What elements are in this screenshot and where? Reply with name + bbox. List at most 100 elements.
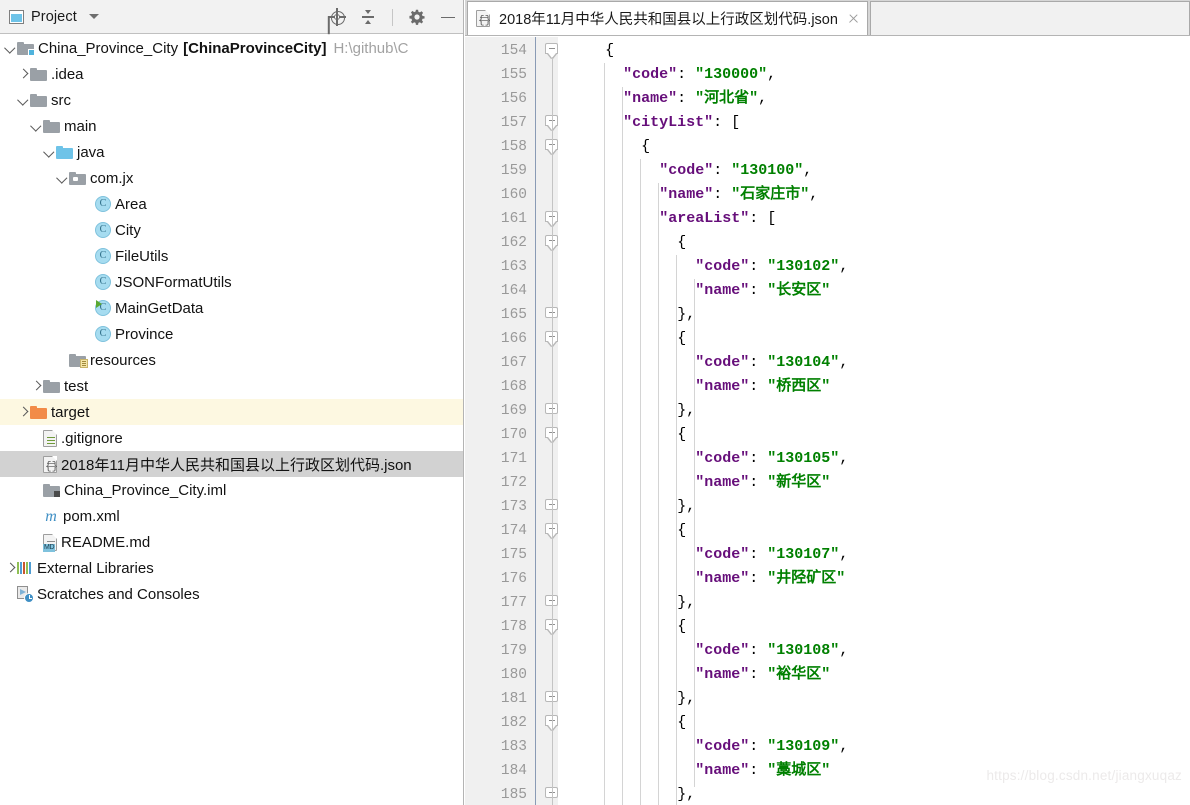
- tree-node-fileutils[interactable]: C FileUtils: [0, 243, 463, 269]
- code-line[interactable]: "name": "石家庄市",: [659, 183, 818, 207]
- line-number: 185: [500, 787, 527, 803]
- code-line[interactable]: {: [641, 135, 650, 159]
- tree-node-label: README.md: [61, 533, 151, 551]
- code-line[interactable]: "code": "130108",: [695, 639, 848, 663]
- code-line[interactable]: },: [677, 591, 695, 615]
- code-line[interactable]: },: [677, 495, 695, 519]
- project-panel-header: Project: [0, 0, 463, 34]
- code-line[interactable]: {: [677, 519, 686, 543]
- tree-node-test[interactable]: test: [0, 373, 463, 399]
- line-number: 158: [500, 139, 527, 155]
- code-line[interactable]: {: [677, 711, 686, 735]
- code-text-area[interactable]: { "code": "130000", "name": "河北省", "cityLis…: [558, 37, 1190, 805]
- code-line[interactable]: "code": "130109",: [695, 735, 848, 759]
- tree-node-label: 2018年11月中华人民共和国县以上行政区划代码.json: [61, 456, 412, 474]
- locate-icon[interactable]: [328, 8, 346, 26]
- tree-node-scratches-and-consoles[interactable]: Scratches and Consoles: [0, 581, 463, 607]
- editor-tab-label: 2018年11月中华人民共和国县以上行政区划代码.json: [499, 12, 838, 28]
- code-line[interactable]: },: [677, 687, 695, 711]
- code-line[interactable]: "code": "130107",: [695, 543, 848, 567]
- code-line[interactable]: "name": "长安区": [695, 279, 830, 303]
- tree-node-resources[interactable]: resources: [0, 347, 463, 373]
- chevron-down-icon[interactable]: [43, 146, 56, 159]
- tree-node-main[interactable]: main: [0, 113, 463, 139]
- code-line[interactable]: "name": "河北省",: [623, 87, 767, 111]
- chevron-down-icon[interactable]: [88, 14, 99, 19]
- line-number: 178: [500, 619, 527, 635]
- editor-tab-json[interactable]: {} 2018年11月中华人民共和国县以上行政区划代码.json: [467, 1, 868, 35]
- code-line[interactable]: "name": "裕华区": [695, 663, 830, 687]
- code-folding-column[interactable]: [536, 37, 558, 805]
- project-title-button[interactable]: Project: [9, 9, 99, 25]
- tree-node-pom-xml[interactable]: m pom.xml: [0, 503, 463, 529]
- code-line[interactable]: {: [677, 423, 686, 447]
- code-line[interactable]: {: [677, 327, 686, 351]
- code-line[interactable]: "code": "130105",: [695, 447, 848, 471]
- line-number: 155: [500, 67, 527, 83]
- tree-node-china-province-city[interactable]: China_Province_City [ChinaProvinceCity] H:…: [0, 35, 463, 61]
- code-token: ,: [839, 546, 849, 563]
- external-libraries-icon: [17, 561, 33, 575]
- chevron-right-icon[interactable]: [17, 406, 30, 419]
- tree-node-label: com.jx: [90, 169, 134, 187]
- tree-node-gitignore[interactable]: .gitignore: [0, 425, 463, 451]
- line-number: 161: [500, 211, 527, 227]
- tree-node-2018-11-json[interactable]: {} 2018年11月中华人民共和国县以上行政区划代码.json: [0, 451, 463, 477]
- tree-node-com-jx[interactable]: com.jx: [0, 165, 463, 191]
- code-line[interactable]: "code": "130102",: [695, 255, 848, 279]
- java-class-icon: C: [95, 222, 111, 238]
- tree-node-target[interactable]: target: [0, 399, 463, 425]
- code-line[interactable]: "name": "井陉矿区": [695, 567, 845, 591]
- tree-node-maingetdata[interactable]: C MainGetData: [0, 295, 463, 321]
- tree-node-external-libraries[interactable]: External Libraries: [0, 555, 463, 581]
- code-line[interactable]: "cityList": [: [623, 111, 740, 135]
- toolbar-separator: [392, 8, 393, 26]
- chevron-right-icon[interactable]: [4, 562, 17, 575]
- idea-window: Project China_Province_City [ChinaProvinc…: [0, 0, 1190, 805]
- chevron-right-icon[interactable]: [30, 380, 43, 393]
- code-line[interactable]: },: [677, 399, 695, 423]
- tree-node-area[interactable]: C Area: [0, 191, 463, 217]
- code-line[interactable]: "name": "新华区": [695, 471, 830, 495]
- code-editor[interactable]: 154 155 156 157 158 159 160 161 162 163 164 165 166 1…: [465, 37, 1190, 805]
- chevron-down-icon[interactable]: [56, 172, 69, 185]
- chevron-down-icon[interactable]: [4, 42, 17, 55]
- line-number-gutter[interactable]: 154 155 156 157 158 159 160 161 162 163 164 165 166 1…: [465, 37, 535, 805]
- code-line[interactable]: "code": "130100",: [659, 159, 812, 183]
- tree-node-readme-md[interactable]: MD README.md: [0, 529, 463, 555]
- code-line[interactable]: "name": "藁城区": [695, 759, 830, 783]
- code-line[interactable]: {: [677, 615, 686, 639]
- tree-node-java[interactable]: java: [0, 139, 463, 165]
- tree-node-src[interactable]: src: [0, 87, 463, 113]
- code-line[interactable]: },: [677, 303, 695, 327]
- editor-tab-empty-area: [869, 1, 1190, 35]
- close-icon[interactable]: [847, 12, 860, 25]
- code-line[interactable]: {: [605, 39, 614, 63]
- chevron-down-icon[interactable]: [30, 120, 43, 133]
- tree-node-idea[interactable]: .idea: [0, 61, 463, 87]
- tree-node-province[interactable]: C Province: [0, 321, 463, 347]
- tree-node-china-province-city-iml[interactable]: China_Province_City.iml: [0, 477, 463, 503]
- tree-node-city[interactable]: C City: [0, 217, 463, 243]
- code-line[interactable]: },: [677, 783, 695, 805]
- gear-icon[interactable]: [408, 8, 426, 26]
- folder-excluded-orange-icon: [30, 405, 47, 419]
- collapse-all-icon[interactable]: [359, 8, 377, 26]
- code-line[interactable]: "code": "130104",: [695, 351, 848, 375]
- code-token: "code": [623, 66, 678, 83]
- tree-node-jsonformatutils[interactable]: C JSONFormatUtils: [0, 269, 463, 295]
- tree-node-label: External Libraries: [37, 559, 154, 577]
- chevron-down-icon[interactable]: [17, 94, 30, 107]
- chevron-right-icon[interactable]: [17, 68, 30, 81]
- code-token: "井陉矿区": [767, 570, 846, 587]
- line-number: 172: [500, 475, 527, 491]
- code-line[interactable]: "code": "130000",: [623, 63, 776, 87]
- code-line[interactable]: {: [677, 231, 686, 255]
- code-line[interactable]: "areaList": [: [659, 207, 776, 231]
- project-tree[interactable]: China_Province_City [ChinaProvinceCity] H:…: [0, 35, 463, 805]
- code-line[interactable]: "name": "桥西区": [695, 375, 830, 399]
- minimize-icon[interactable]: [439, 8, 457, 26]
